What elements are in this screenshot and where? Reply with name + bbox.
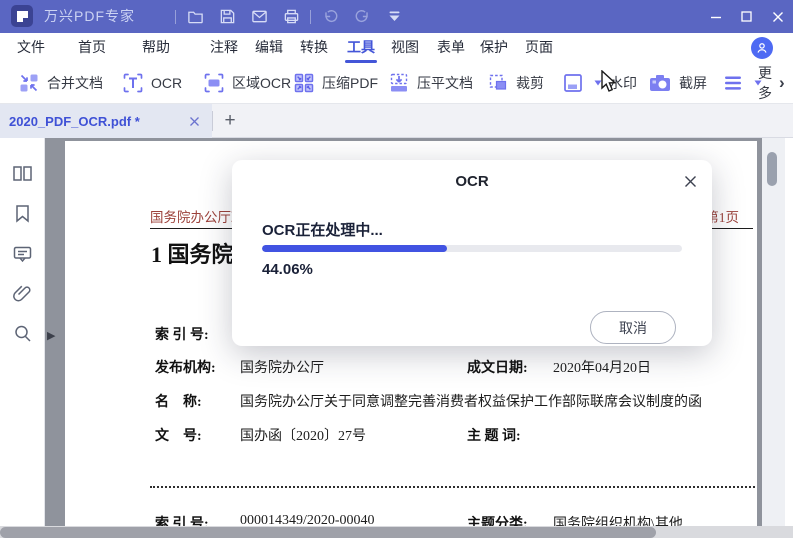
watermark-icon bbox=[564, 74, 582, 92]
new-tab-button[interactable]: + bbox=[216, 104, 244, 138]
compress-pdf-label: 压缩PDF bbox=[322, 75, 378, 91]
bottom-gutter bbox=[0, 538, 793, 545]
dialog-title: OCR bbox=[455, 173, 489, 190]
menubar: 文件 首页 帮助 注释 编辑 转换 工具 视图 表单 保护 页面 bbox=[0, 33, 793, 63]
doc-field-value: 国务院办公厅 bbox=[240, 361, 324, 376]
comment-icon[interactable] bbox=[11, 242, 34, 265]
titlebar-separator bbox=[310, 9, 311, 24]
hamburger-menu-icon bbox=[725, 76, 741, 90]
sidebar-expand-handle[interactable]: ▶ bbox=[47, 329, 55, 342]
ocr-label: OCR bbox=[151, 75, 183, 91]
crop-icon bbox=[489, 74, 507, 90]
menu-edit[interactable]: 编辑 bbox=[255, 33, 283, 63]
close-button[interactable] bbox=[762, 0, 793, 33]
titlebar: 万兴PDF专家 bbox=[0, 0, 793, 33]
doc-field-value: 国办函〔2020〕27号 bbox=[240, 429, 366, 444]
document-tab-label: 2020_PDF_OCR.pdf * bbox=[9, 113, 140, 129]
menu-view[interactable]: 视图 bbox=[391, 33, 419, 63]
doc-field-value: 国务院办公厅关于同意调整完善消费者权益保护工作部际联席会议制度的函 bbox=[240, 395, 702, 410]
ocr-dialog: OCR OCR正在处理中... 44.06% 取消 bbox=[232, 160, 712, 346]
ocr-progress-bar bbox=[262, 245, 682, 252]
toolbar-overflow-arrow[interactable]: › bbox=[779, 63, 785, 103]
menu-file[interactable]: 文件 bbox=[17, 33, 45, 63]
merge-documents-icon bbox=[20, 74, 38, 92]
tools-ribbon: 合并文档 OCR 区域OCR 压缩PDF 压平文档 裁剪 水印 截屏 更多 › bbox=[0, 63, 793, 104]
document-tab[interactable]: 2020_PDF_OCR.pdf * bbox=[0, 104, 212, 138]
horizontal-scrollbar-thumb[interactable] bbox=[0, 526, 656, 538]
doc-field-label: 索 引 号: bbox=[155, 328, 209, 343]
tab-separator bbox=[212, 111, 213, 131]
doc-dotted-divider bbox=[150, 486, 755, 488]
menu-comment[interactable]: 注释 bbox=[210, 33, 238, 63]
screenshot-button[interactable]: 截屏 bbox=[648, 63, 707, 103]
open-folder-icon[interactable] bbox=[179, 0, 211, 33]
app-window: 万兴PDF专家 文件 首页 帮助 注释 编辑 转换 工具 视图 表单 保护 页面… bbox=[0, 0, 793, 545]
menu-tools[interactable]: 工具 bbox=[345, 33, 377, 63]
minimize-button[interactable] bbox=[700, 0, 731, 33]
undo-icon[interactable] bbox=[314, 0, 346, 33]
thumbnails-icon[interactable] bbox=[11, 162, 34, 185]
attachment-icon[interactable] bbox=[11, 282, 34, 305]
maximize-button[interactable] bbox=[731, 0, 762, 33]
flatten-document-button[interactable]: 压平文档 bbox=[388, 63, 473, 103]
mouse-cursor bbox=[600, 70, 618, 94]
tab-close-icon[interactable] bbox=[186, 113, 202, 129]
menu-form[interactable]: 表单 bbox=[437, 33, 465, 63]
doc-field-label: 主 题 词: bbox=[467, 429, 521, 444]
dialog-close-icon[interactable] bbox=[681, 172, 699, 190]
doc-heading: 1 国务院 bbox=[151, 242, 234, 267]
cancel-button[interactable]: 取消 bbox=[590, 311, 676, 344]
save-icon[interactable] bbox=[211, 0, 243, 33]
doc-field-label: 成文日期: bbox=[467, 361, 528, 376]
doc-field-value: 2020年04月20日 bbox=[553, 361, 651, 376]
more-tools-button[interactable]: 更多 bbox=[758, 63, 780, 103]
crop-label: 裁剪 bbox=[516, 75, 544, 91]
screenshot-icon bbox=[650, 75, 670, 91]
area-ocr-icon bbox=[204, 73, 224, 93]
area-ocr-button[interactable]: 区域OCR bbox=[203, 63, 291, 103]
flatten-document-icon bbox=[390, 73, 408, 92]
email-icon[interactable] bbox=[243, 0, 275, 33]
print-icon[interactable] bbox=[275, 0, 307, 33]
compress-pdf-icon bbox=[294, 73, 314, 93]
doc-field-label: 发布机构: bbox=[155, 361, 216, 376]
toolbar-menu-button[interactable] bbox=[722, 63, 762, 103]
vertical-scrollbar-thumb[interactable] bbox=[767, 152, 777, 186]
bookmark-icon[interactable] bbox=[11, 202, 34, 225]
menu-page[interactable]: 页面 bbox=[525, 33, 553, 63]
doc-field-label: 文 号: bbox=[155, 429, 202, 444]
ocr-button[interactable]: OCR bbox=[122, 63, 182, 103]
collapse-toolbar-icon[interactable] bbox=[378, 0, 410, 33]
app-logo-icon bbox=[11, 5, 33, 27]
right-gutter bbox=[785, 138, 793, 526]
ocr-progress-percent: 44.06% bbox=[262, 261, 313, 278]
menu-protect[interactable]: 保护 bbox=[480, 33, 508, 63]
ocr-progress-fill bbox=[262, 245, 448, 252]
merge-documents-button[interactable]: 合并文档 bbox=[18, 63, 103, 103]
vertical-scrollbar-track[interactable] bbox=[762, 138, 785, 526]
app-title: 万兴PDF专家 bbox=[44, 8, 135, 24]
redo-icon[interactable] bbox=[346, 0, 378, 33]
search-icon[interactable] bbox=[11, 322, 34, 345]
compress-pdf-button[interactable]: 压缩PDF bbox=[293, 63, 378, 103]
doc-field-label: 名 称: bbox=[155, 395, 202, 410]
flatten-document-label: 压平文档 bbox=[417, 75, 473, 91]
account-avatar[interactable] bbox=[751, 37, 773, 59]
navigation-sidebar bbox=[0, 138, 45, 545]
ocr-icon bbox=[123, 73, 143, 93]
doc-header-left: 国务院办公厅政 bbox=[150, 210, 245, 225]
tabbar: 2020_PDF_OCR.pdf * + bbox=[0, 104, 793, 138]
menu-help[interactable]: 帮助 bbox=[142, 33, 170, 63]
menu-home[interactable]: 首页 bbox=[78, 33, 106, 63]
horizontal-scrollbar-track[interactable] bbox=[0, 526, 793, 538]
area-ocr-label: 区域OCR bbox=[232, 75, 292, 91]
more-tools-label: 更多 bbox=[758, 65, 772, 101]
crop-button[interactable]: 裁剪 bbox=[487, 63, 544, 103]
ocr-status-text: OCR正在处理中... bbox=[262, 222, 383, 239]
screenshot-label: 截屏 bbox=[679, 75, 707, 91]
titlebar-separator bbox=[175, 9, 176, 24]
merge-documents-label: 合并文档 bbox=[47, 75, 103, 91]
menu-convert[interactable]: 转换 bbox=[300, 33, 328, 63]
